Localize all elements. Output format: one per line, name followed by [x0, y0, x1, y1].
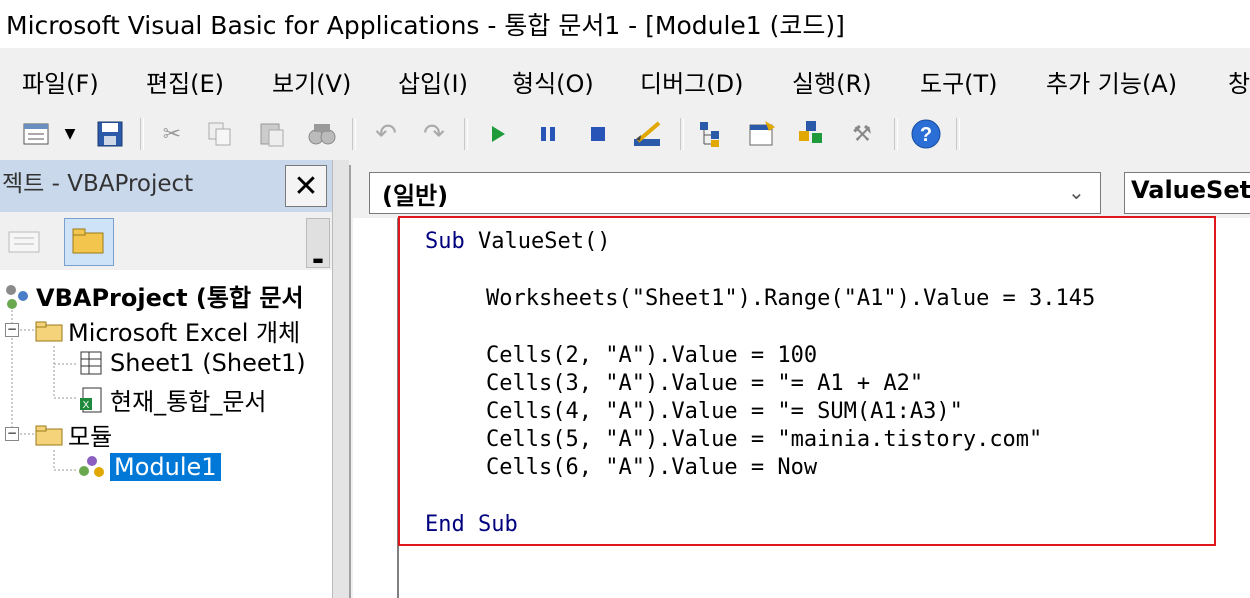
chevron-down-icon[interactable]: ⌄	[1068, 180, 1085, 204]
menu-window[interactable]: 창	[1228, 64, 1250, 99]
menu-view[interactable]: 보기(V)	[272, 64, 351, 99]
toggle-folders-button[interactable]	[64, 218, 114, 266]
project-tree: VBAProject (통합 문서 − Microsoft Excel 개체 S…	[0, 270, 332, 598]
project-explorer-icon[interactable]	[696, 118, 728, 150]
object-dropdown-value: (일반)	[382, 182, 449, 210]
properties-icon[interactable]	[746, 118, 778, 150]
tree-item-label: VBAProject (통합 문서	[36, 284, 304, 312]
toolbar-separator	[894, 118, 898, 150]
object-dropdown[interactable]	[369, 172, 1101, 214]
project-explorer-title: 젝트 - VBAProject	[2, 171, 194, 197]
tree-item-label: Sheet1 (Sheet1)	[110, 349, 306, 377]
worksheet-icon	[76, 348, 106, 378]
chevron-down-icon[interactable]: ▼	[58, 118, 82, 150]
menu-tools[interactable]: 도구(T)	[920, 64, 998, 99]
scroll-more-icon[interactable]: ▬	[306, 218, 330, 268]
tree-item-label: 현재_통합_문서	[110, 388, 267, 416]
collapse-icon[interactable]: −	[5, 427, 19, 441]
tree-item-thisworkbook[interactable]: X 현재_통합_문서	[76, 382, 266, 417]
code-line-1: Sub ValueSet()	[425, 228, 610, 256]
folder-icon	[34, 316, 64, 346]
code-line-2: Worksheets("Sheet1").Range("A1").Value =…	[486, 286, 1096, 311]
keyword: Sub	[425, 229, 465, 254]
cut-icon[interactable]: ✂	[156, 118, 188, 150]
procedure-dropdown-value: ValueSet	[1131, 176, 1250, 204]
undo-icon[interactable]: ↶	[370, 118, 402, 150]
code-line-3: Cells(2, "A").Value = 100	[486, 343, 818, 368]
folder-icon	[72, 228, 104, 254]
tree-item-label: Module1	[110, 453, 221, 481]
view-excel-icon[interactable]	[20, 118, 52, 150]
standard-toolbar: ▼ ✂ ↶ ↷ ⚒ ?	[0, 108, 1250, 160]
tree-item-sheet1[interactable]: Sheet1 (Sheet1)	[76, 348, 306, 378]
toolbar-separator	[956, 118, 960, 150]
tree-item-module1[interactable]: Module1	[76, 452, 221, 482]
code-line-7: Cells(6, "A").Value = Now	[486, 455, 818, 480]
svg-text:?: ?	[920, 124, 932, 146]
menu-file[interactable]: 파일(F)	[22, 64, 99, 99]
code-line-8: End Sub	[425, 512, 518, 537]
toolbar-separator	[140, 118, 144, 150]
reset-icon[interactable]	[582, 118, 614, 150]
break-icon[interactable]	[532, 118, 564, 150]
workbook-icon: X	[76, 385, 106, 415]
close-icon[interactable]: ✕	[285, 165, 327, 207]
tree-item-modules[interactable]: 모듈	[34, 417, 112, 452]
menu-run[interactable]: 실행(R)	[792, 64, 872, 99]
tree-item-label: 모듈	[68, 423, 113, 451]
menu-edit[interactable]: 편집(E)	[146, 64, 224, 99]
tree-item-label: Microsoft Excel 개체	[68, 319, 301, 347]
toolbar-separator	[680, 118, 684, 150]
menu-insert[interactable]: 삽입(I)	[398, 64, 468, 99]
tree-item-excel-objects[interactable]: Microsoft Excel 개체	[34, 313, 300, 348]
redo-icon[interactable]: ↷	[418, 118, 450, 150]
menu-format[interactable]: 형식(O)	[512, 64, 594, 99]
folder-icon	[34, 420, 64, 450]
svg-text:X: X	[83, 400, 90, 411]
module-icon	[76, 452, 106, 482]
vba-project-icon	[2, 281, 32, 311]
menu-addins[interactable]: 추가 기능(A)	[1046, 64, 1177, 99]
window-title: Microsoft Visual Basic for Applications …	[6, 11, 845, 40]
toolbar-separator	[352, 118, 356, 150]
code-text: ValueSet()	[464, 229, 611, 254]
help-icon[interactable]: ?	[910, 118, 942, 150]
code-margin[interactable]	[353, 218, 399, 598]
collapse-icon[interactable]: −	[5, 323, 19, 337]
run-icon[interactable]	[482, 118, 514, 150]
toolbar-separator	[464, 118, 468, 150]
view-object-icon[interactable]	[6, 226, 42, 258]
project-explorer-toolbar: ▬	[0, 212, 335, 271]
find-icon[interactable]	[306, 118, 338, 150]
menu-debug[interactable]: 디버그(D)	[640, 64, 743, 99]
design-mode-icon[interactable]	[632, 118, 664, 150]
toolbox-icon[interactable]: ⚒	[846, 118, 878, 150]
code-line-4: Cells(3, "A").Value = "= A1 + A2"	[486, 371, 924, 396]
code-line-5: Cells(4, "A").Value = "= SUM(A1:A3)"	[486, 399, 963, 424]
tree-item-vbaproject[interactable]: VBAProject (통합 문서	[2, 278, 304, 313]
pane-splitter[interactable]	[332, 160, 349, 598]
paste-icon[interactable]	[256, 118, 288, 150]
menu-bar: 파일(F) 편집(E) 보기(V) 삽입(I) 형식(O) 디버그(D) 실행(…	[0, 50, 1250, 108]
code-line-6: Cells(5, "A").Value = "mainia.tistory.co…	[486, 427, 1043, 452]
object-browser-icon[interactable]	[796, 118, 828, 150]
copy-icon[interactable]	[204, 118, 236, 150]
save-icon[interactable]	[94, 118, 126, 150]
